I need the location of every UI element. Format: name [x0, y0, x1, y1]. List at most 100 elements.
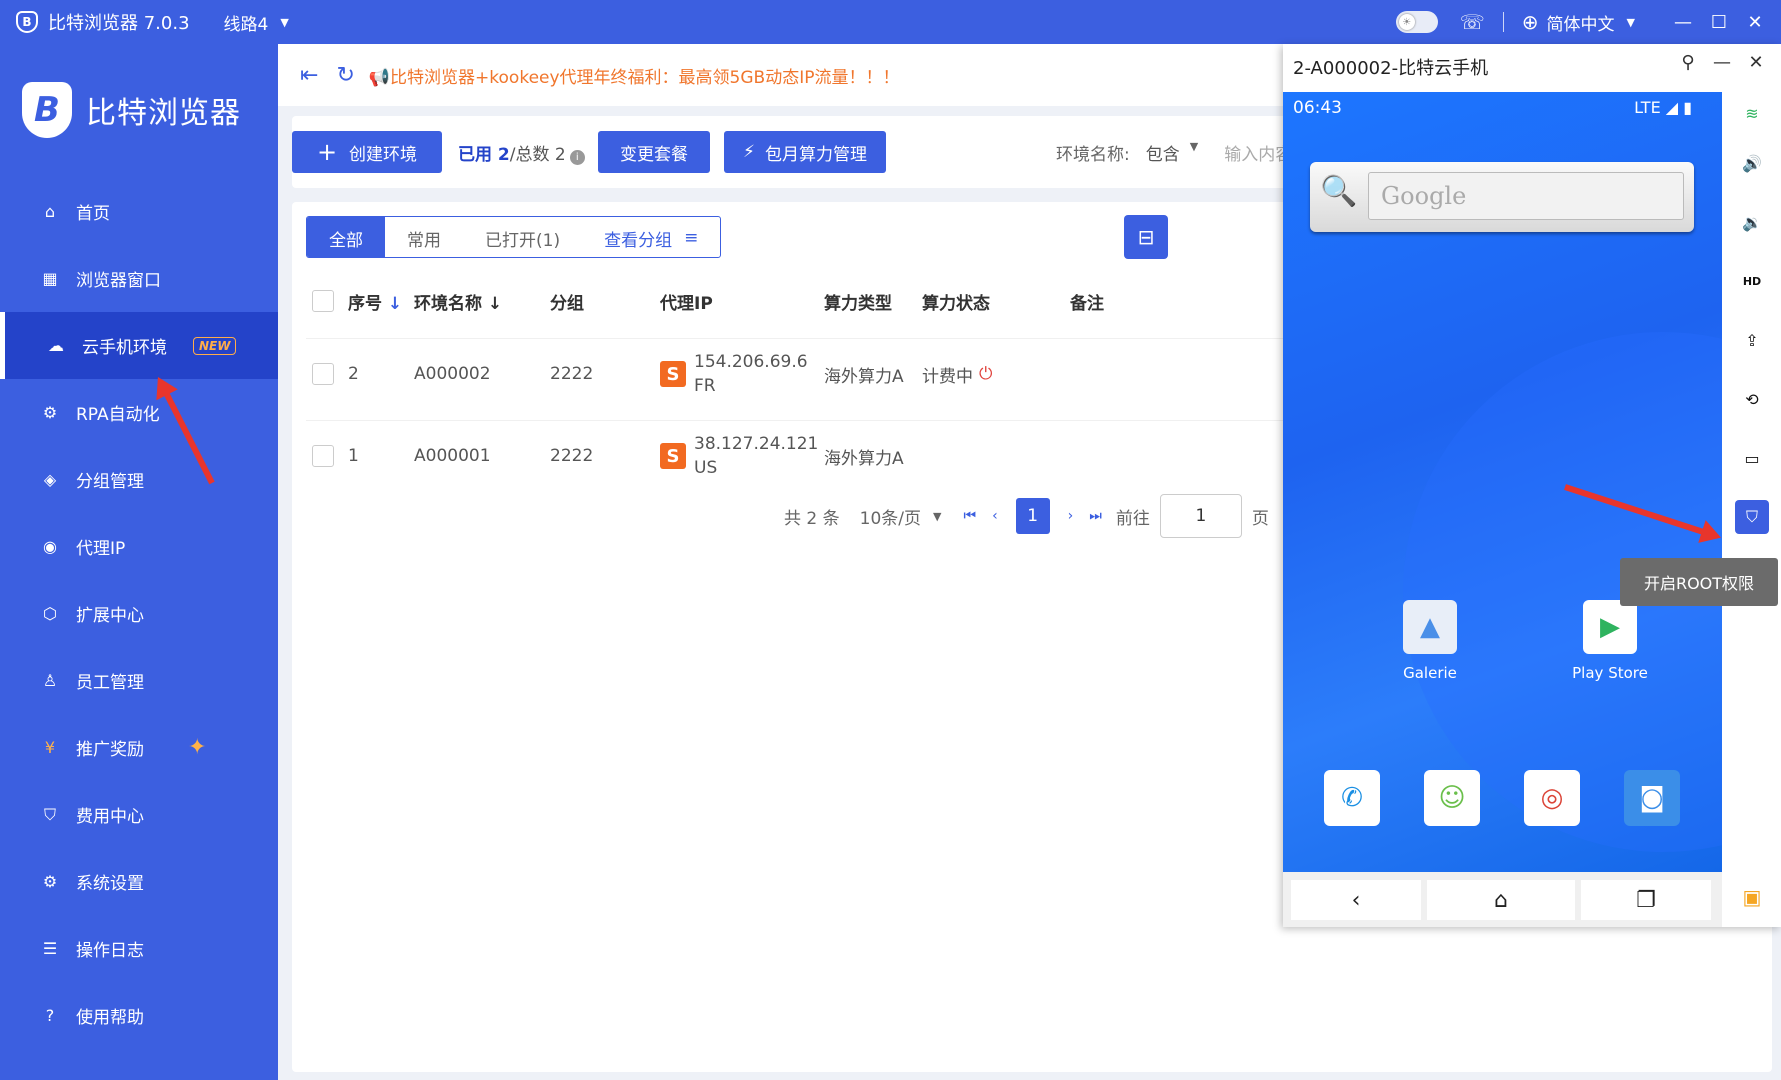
chevron-down-icon[interactable]: ▼	[933, 510, 941, 523]
wifi-icon: ≋	[1745, 103, 1759, 123]
root-permission-button[interactable]: ⛉	[1735, 500, 1769, 534]
maximize-button[interactable]: ☐	[1701, 12, 1737, 33]
minimize-button[interactable]: —	[1705, 52, 1739, 73]
filter-mode-select[interactable]: 包含	[1146, 140, 1180, 165]
camera-icon[interactable]: ◙	[1624, 770, 1680, 826]
monthly-compute-button[interactable]: ⚡ 包月算力管理	[724, 131, 886, 173]
row-group: 2222	[550, 364, 594, 384]
goto-page-input[interactable]: 1	[1159, 494, 1242, 538]
minimize-button[interactable]: —	[1665, 12, 1701, 33]
header-no[interactable]: 序号	[348, 294, 382, 314]
recents-button[interactable]: ❐	[1581, 880, 1711, 920]
header-proxy-ip: 代理IP	[660, 293, 713, 314]
store-bag-icon[interactable]: ☺	[1424, 770, 1480, 826]
row-checkbox[interactable]	[312, 445, 334, 467]
google-search-widget[interactable]: 🔍 Google	[1310, 162, 1694, 232]
sidebar-item-label: 浏览器窗口	[76, 271, 161, 291]
collapse-menu-icon[interactable]: ⇤	[300, 63, 318, 88]
tab-label: 查看分组	[604, 230, 673, 251]
row-checkbox[interactable]	[312, 363, 334, 385]
chevron-down-icon[interactable]: ▼	[1190, 140, 1198, 165]
info-icon[interactable]: i	[569, 150, 585, 165]
used-count: 2	[497, 145, 510, 165]
upload-file-icon[interactable]: ⇪	[1737, 325, 1767, 355]
cube-icon: ⬡	[43, 604, 57, 623]
proxy-s-icon: S	[660, 361, 686, 387]
hd-quality-icon[interactable]: HD	[1737, 266, 1767, 296]
power-icon[interactable]: ⏻	[979, 364, 992, 384]
recents-icon: ❐	[1636, 887, 1656, 913]
row-type: 海外算力A	[824, 366, 904, 387]
sidebar-item-staff[interactable]: ♙ 员工管理	[0, 647, 278, 714]
log-icon: ☰	[42, 939, 58, 958]
select-all-checkbox[interactable]	[312, 290, 334, 312]
sort-arrow-icon[interactable]: ↓	[388, 294, 402, 314]
change-plan-button[interactable]: 变更套餐	[598, 131, 710, 173]
row-ip: 154.206.69.6	[694, 352, 808, 372]
theme-toggle[interactable]: ☀	[1395, 11, 1438, 33]
sidebar-item-proxy-ip[interactable]: ◉ 代理IP	[0, 513, 278, 580]
support-chat-icon[interactable]: ☏	[1460, 10, 1485, 34]
sidebar-item-browser-windows[interactable]: ▦ 浏览器窗口	[0, 245, 278, 312]
page-number[interactable]: 1	[1015, 498, 1050, 534]
tab-all[interactable]: 全部	[307, 217, 385, 257]
first-page-icon[interactable]: ⏮	[963, 508, 976, 524]
globe-icon[interactable]: ⊕	[1522, 10, 1539, 34]
shopping-bag-icon[interactable]: ▣	[1737, 882, 1767, 912]
chevron-down-icon[interactable]: ▼	[280, 16, 288, 29]
root-shield-icon: ⛉	[1745, 507, 1758, 526]
route-selector[interactable]: 线路4	[224, 10, 269, 35]
app-galerie[interactable]: ▲ Galerie	[1375, 600, 1485, 682]
phone-screen[interactable]: 06:43 LTE ◢ ▮ 🔍 Google ▲ Galerie ▶ Play …	[1283, 92, 1722, 872]
goto-label: 前往	[1115, 508, 1150, 529]
chevron-down-icon[interactable]: ▼	[1627, 16, 1635, 29]
prev-page-icon[interactable]: ‹	[992, 508, 998, 524]
page-suffix: 页	[1251, 508, 1269, 529]
device-switch-icon[interactable]: ▭	[1737, 443, 1767, 473]
back-button[interactable]: ‹	[1291, 880, 1421, 920]
sidebar-item-label: 代理IP	[76, 539, 126, 559]
tab-view-groups[interactable]: 查看分组 ≡	[582, 217, 720, 257]
sidebar-item-billing[interactable]: ⛉ 费用中心	[0, 781, 278, 848]
page-size-select[interactable]: 10条/页	[860, 504, 921, 529]
close-button[interactable]: ✕	[1737, 12, 1773, 33]
rotate-icon[interactable]: ⟲	[1737, 384, 1767, 414]
header-name[interactable]: 环境名称	[414, 294, 482, 314]
next-page-icon[interactable]: ›	[1068, 508, 1074, 524]
filter-label: 环境名称:	[1056, 145, 1130, 165]
volume-down-icon[interactable]: 🔉	[1737, 207, 1767, 237]
sidebar-item-logs[interactable]: ☰ 操作日志	[0, 915, 278, 982]
root-tooltip: 开启ROOT权限	[1620, 558, 1778, 606]
phone-window-title: 2-A000002-比特云手机	[1293, 58, 1489, 79]
close-button[interactable]: ✕	[1739, 52, 1773, 73]
volume-up-icon[interactable]: 🔊	[1737, 148, 1767, 178]
signal-icon: ◢	[1665, 98, 1679, 117]
phone-dialer-icon[interactable]: ✆	[1324, 770, 1380, 826]
sidebar-item-cloud-phone[interactable]: ☁ 云手机环境 NEW	[0, 312, 278, 379]
sidebar-item-home[interactable]: ⌂ 首页	[0, 178, 278, 245]
sidebar-item-extensions[interactable]: ⬡ 扩展中心	[0, 580, 278, 647]
last-page-icon[interactable]: ⏭	[1089, 508, 1102, 524]
tab-opened[interactable]: 已打开(1)	[463, 217, 582, 257]
layout-settings-button[interactable]: ⊟	[1124, 215, 1168, 259]
refresh-icon[interactable]: ↻	[336, 63, 354, 88]
chrome-icon[interactable]: ◎	[1524, 770, 1580, 826]
create-environment-button[interactable]: + 创建环境	[292, 131, 442, 173]
help-icon: ?	[45, 1006, 55, 1025]
google-search-field[interactable]: Google	[1368, 172, 1684, 220]
settings-icon: ⚙	[42, 872, 58, 891]
home-button[interactable]: ⌂	[1427, 880, 1575, 920]
pin-icon[interactable]: ⚲	[1671, 52, 1705, 73]
app-play-store[interactable]: ▶ Play Store	[1555, 600, 1665, 682]
promo-notice[interactable]: 📢比特浏览器+kookeey代理年终福利：最高领5GB动态IP流量！！！	[369, 63, 900, 88]
sidebar-item-settings[interactable]: ⚙ 系统设置	[0, 848, 278, 915]
language-selector[interactable]: 简体中文	[1547, 10, 1615, 35]
sidebar-item-groups[interactable]: ◈ 分组管理	[0, 446, 278, 513]
row-group: 2222	[550, 446, 594, 466]
sort-arrow-icon[interactable]: ↓	[488, 294, 502, 314]
usage-count: 已用 2/总数 2i	[458, 140, 585, 165]
tab-favorites[interactable]: 常用	[385, 217, 463, 257]
sidebar-item-rpa[interactable]: ⚙ RPA自动化	[0, 379, 278, 446]
sidebar-item-help[interactable]: ? 使用帮助	[0, 982, 278, 1049]
sidebar-item-rewards[interactable]: ¥ 推广奖励 ✦	[0, 714, 278, 781]
